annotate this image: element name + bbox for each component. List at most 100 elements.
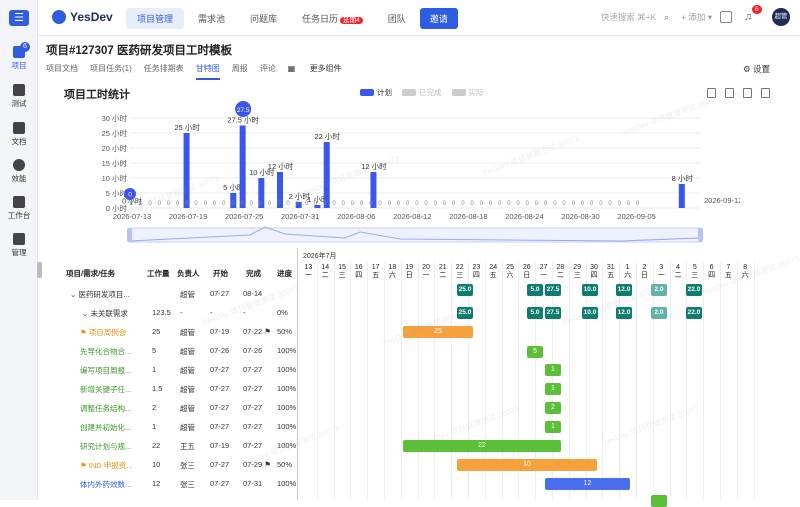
tab-docs[interactable]: 项目文档 (46, 63, 78, 80)
logo-icon (52, 10, 66, 24)
table-row[interactable]: 编写项目周报... 1 超管 07-27 07-27 100% (60, 360, 800, 379)
sidebar-item-workbench[interactable]: 工作台 (0, 196, 38, 221)
gantt-date-header: 2026年7月 13 一 14 二 15 三 16 四 17 五 18 六 19 日 20 一 21 二 22 三 23… (297, 248, 800, 284)
add-button[interactable]: + 添加 ▾ (681, 11, 712, 23)
row-owner: 超管 (180, 347, 195, 356)
table-row[interactable]: ⚑ IND 申报资... 10 张三 07-27 07-29 ⚑ 50% (60, 455, 800, 474)
weekday: 二 (674, 272, 682, 279)
x-tick-label: 2026-08-24 (505, 212, 543, 221)
tab-weekly[interactable]: 周报 (232, 63, 248, 80)
milestone-badge[interactable]: 5.0 (527, 284, 543, 296)
gantt-bar[interactable]: 1 (545, 364, 561, 376)
gantt-bar[interactable]: 25 (403, 326, 473, 338)
x-tick-label: 2026-08-30 (561, 212, 599, 221)
nav-requirements[interactable]: 需求池 (187, 8, 236, 29)
checkbox-icon[interactable] (720, 11, 732, 23)
sidebar-item-efficiency[interactable]: 效能 (0, 159, 38, 184)
marker-label: 27.5 (237, 107, 250, 114)
milestone-badge[interactable]: 27.5 (545, 307, 561, 319)
table-row[interactable]: 创建并初始化... 1 超管 07-27 07-27 100% (60, 417, 800, 436)
nav-task-calendar[interactable]: 任务日历 延期4 (291, 8, 374, 29)
day-number: 19 (405, 264, 414, 271)
date-column-header: 5三 (686, 264, 703, 280)
milestone-badge[interactable]: 22.0 (686, 307, 702, 319)
milestone-badge[interactable]: 27.5 (545, 284, 561, 296)
nav-project-management[interactable]: 项目管理 (126, 8, 185, 29)
weekday: 二 (556, 272, 564, 279)
gantt-bar[interactable]: 1 (545, 421, 561, 433)
delay-badge: 延期4 (340, 17, 363, 24)
menu-icon[interactable]: ☰ (9, 10, 29, 26)
sidebar-resize-handle[interactable] (37, 262, 42, 278)
logo[interactable]: YesDev (52, 10, 113, 24)
legend-plan[interactable]: 计划 (360, 87, 392, 98)
tab-comments[interactable]: 评论 (260, 63, 276, 80)
milestone-badge[interactable]: 25.0 (457, 307, 473, 319)
legend-actual[interactable]: 实际 (451, 87, 484, 98)
sidebar-item-project[interactable]: 6 项目 (0, 42, 38, 71)
row-progress: 50% (277, 327, 293, 336)
table-row[interactable]: 先导化合物合... 5 超管 07-26 07-26 100% (60, 341, 800, 360)
sidebar-item-docs[interactable]: 文档 (0, 122, 38, 147)
x-tick-label: 2026-08-18 (449, 212, 487, 221)
data-view-icon[interactable] (707, 88, 716, 98)
day-number: 20 (422, 264, 430, 271)
gantt-bar[interactable]: 22 (403, 440, 561, 452)
milestone-badge[interactable]: 12.0 (616, 307, 632, 319)
x-tick-label: 2026-07-13 (113, 212, 151, 221)
row-end: 07-27 (243, 422, 263, 431)
download-icon[interactable] (761, 88, 770, 98)
date-column-header: 28 二 (552, 264, 569, 280)
tab-gantt[interactable]: 甘特图 (195, 63, 220, 80)
milestone-badge[interactable]: 2.0 (651, 307, 667, 319)
tab-schedule[interactable]: 任务排期表 (144, 63, 184, 80)
date-column-header: 29 三 (569, 264, 586, 280)
nav-team[interactable]: 团队 (377, 8, 417, 29)
gantt-bar[interactable]: 12 (545, 478, 630, 490)
gantt-bar[interactable]: 5 (527, 346, 543, 358)
table-row[interactable]: 体内外药效数... 12 张三 07-27 07-31 100% (60, 474, 800, 493)
tab-more-components[interactable]: ▦ 更多组件 (288, 63, 354, 80)
line-chart-icon[interactable] (725, 88, 734, 98)
table-row[interactable]: 调整任务结构... 2 超管 07-27 07-27 100% (60, 398, 800, 417)
nav-issues[interactable]: 问题库 (239, 8, 288, 29)
milestone-badge[interactable]: 10.0 (582, 284, 598, 296)
sidebar-item-label: 测试 (11, 99, 27, 108)
day-number: 31 (606, 264, 615, 271)
bell-icon[interactable]: ♫ 6 (744, 5, 762, 23)
y-tick-label: 20 小时 (102, 143, 128, 153)
zero-value-label: 0 (194, 201, 198, 207)
row-end: 07-27 (243, 365, 263, 374)
bar-chart-icon[interactable] (743, 88, 752, 98)
row-end: 07-27 (243, 384, 263, 393)
table-row[interactable]: 新增关键子任... 1.5 超管 07-27 07-27 100% (60, 379, 800, 398)
sidebar-item-test[interactable]: 测试 (0, 84, 38, 109)
search-icon[interactable]: ⌕ (664, 12, 669, 23)
milestone-badge[interactable]: 22.0 (686, 284, 702, 296)
legend-swatch (360, 89, 374, 96)
zero-value-label: 0 (498, 201, 502, 207)
row-start: 07-27 (210, 460, 230, 469)
gantt-bar[interactable]: 1 (545, 383, 561, 395)
avatar[interactable]: 超管 (772, 8, 790, 26)
row-owner: 张三 (180, 480, 195, 489)
milestone-badge[interactable]: 2.0 (651, 284, 667, 296)
row-work: 5 (152, 346, 157, 355)
milestone-badge[interactable]: 10.0 (582, 307, 598, 319)
search-input[interactable]: 快速搜索 ⌘+K (601, 11, 657, 23)
tab-tasks[interactable]: 项目任务(1) (90, 63, 132, 80)
milestone-badge[interactable]: 12.0 (616, 284, 632, 296)
gantt-bar[interactable]: 2 (545, 402, 561, 414)
row-progress: 100% (277, 384, 297, 393)
gantt-bar[interactable] (651, 495, 667, 507)
row-work: 123.5 (152, 308, 171, 317)
date-column-header: 8六 (737, 264, 754, 280)
legend-completed[interactable]: 已完成 (402, 87, 442, 98)
zero-value-label: 0 (332, 201, 336, 207)
milestone-badge[interactable]: 25.0 (457, 284, 473, 296)
invite-button[interactable]: 邀请 (419, 8, 458, 29)
gantt-bar[interactable]: 10 (457, 459, 597, 471)
milestone-badge[interactable]: 5.0 (527, 307, 543, 319)
settings-button[interactable]: ⚙ 设置 (743, 63, 770, 75)
sidebar-item-admin[interactable]: 管理 (0, 233, 38, 258)
